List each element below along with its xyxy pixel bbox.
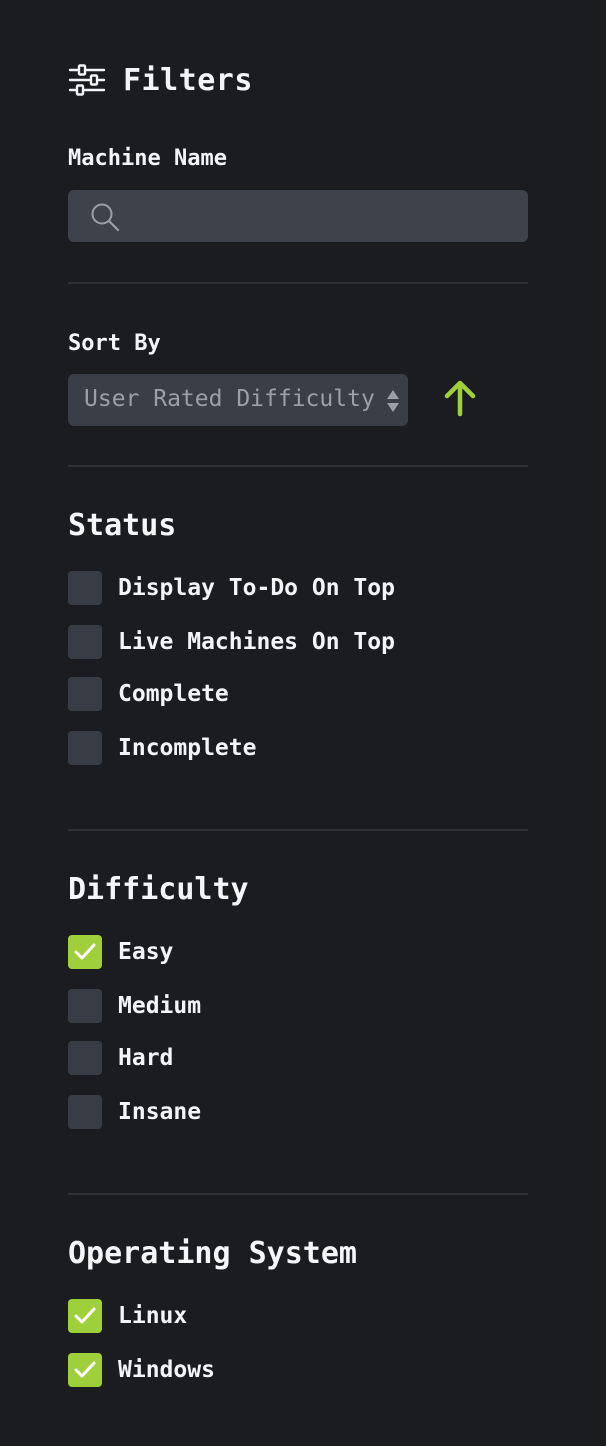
- checkbox-label: Medium: [118, 993, 202, 1019]
- divider: [68, 282, 528, 284]
- divider: [68, 1193, 528, 1195]
- status-option-incomplete[interactable]: Incomplete: [68, 730, 256, 766]
- sort-by-label: Sort By: [68, 331, 161, 356]
- os-option-linux[interactable]: Linux: [68, 1298, 187, 1334]
- difficulty-option-easy[interactable]: Easy: [68, 934, 173, 970]
- os-option-windows[interactable]: Windows: [68, 1352, 215, 1388]
- checkbox[interactable]: [68, 1095, 102, 1129]
- sliders-icon: [68, 64, 106, 96]
- checkbox-checked[interactable]: [68, 1299, 102, 1333]
- checkbox-checked[interactable]: [68, 935, 102, 969]
- checkbox-label: Complete: [118, 681, 229, 707]
- operating-system-section-title: Operating System: [68, 1236, 357, 1271]
- status-section-title: Status: [68, 508, 177, 543]
- checkbox-label: Windows: [118, 1357, 215, 1383]
- difficulty-option-medium[interactable]: Medium: [68, 988, 201, 1024]
- difficulty-option-insane[interactable]: Insane: [68, 1094, 201, 1130]
- arrow-up-icon[interactable]: [442, 378, 478, 418]
- checkbox[interactable]: [68, 571, 102, 605]
- filters-header: Filters: [68, 60, 253, 100]
- checkbox[interactable]: [68, 989, 102, 1023]
- checkmark-icon: [74, 1307, 96, 1324]
- difficulty-section-title: Difficulty: [68, 872, 249, 907]
- checkmark-icon: [74, 943, 96, 960]
- difficulty-option-hard[interactable]: Hard: [68, 1040, 173, 1076]
- search-icon: [91, 203, 120, 232]
- divider: [68, 465, 528, 467]
- page-title: Filters: [123, 62, 253, 98]
- status-option-complete[interactable]: Complete: [68, 676, 229, 712]
- checkbox[interactable]: [68, 625, 102, 659]
- checkbox[interactable]: [68, 731, 102, 765]
- sort-by-selected-value: User Rated Difficulty: [84, 386, 375, 412]
- checkbox-label: Incomplete: [118, 735, 257, 761]
- status-option-live-machines-on-top[interactable]: Live Machines On Top: [68, 624, 395, 660]
- checkbox-label: Live Machines On Top: [118, 629, 395, 655]
- machine-name-input[interactable]: [132, 190, 516, 244]
- checkbox-checked[interactable]: [68, 1353, 102, 1387]
- sort-by-select[interactable]: User Rated Difficulty: [68, 374, 408, 426]
- checkbox[interactable]: [68, 677, 102, 711]
- select-arrows-icon: [387, 390, 399, 412]
- checkbox-label: Hard: [118, 1045, 174, 1071]
- status-option-display-todo-on-top[interactable]: Display To-Do On Top: [68, 570, 395, 606]
- checkbox-label: Display To-Do On Top: [118, 575, 395, 601]
- checkbox[interactable]: [68, 1041, 102, 1075]
- machine-name-search[interactable]: [68, 190, 528, 244]
- machine-name-label: Machine Name: [68, 146, 227, 171]
- checkbox-label: Insane: [118, 1099, 202, 1125]
- checkbox-label: Linux: [118, 1303, 188, 1329]
- checkmark-icon: [74, 1361, 96, 1378]
- divider: [68, 829, 528, 831]
- checkbox-label: Easy: [118, 939, 174, 965]
